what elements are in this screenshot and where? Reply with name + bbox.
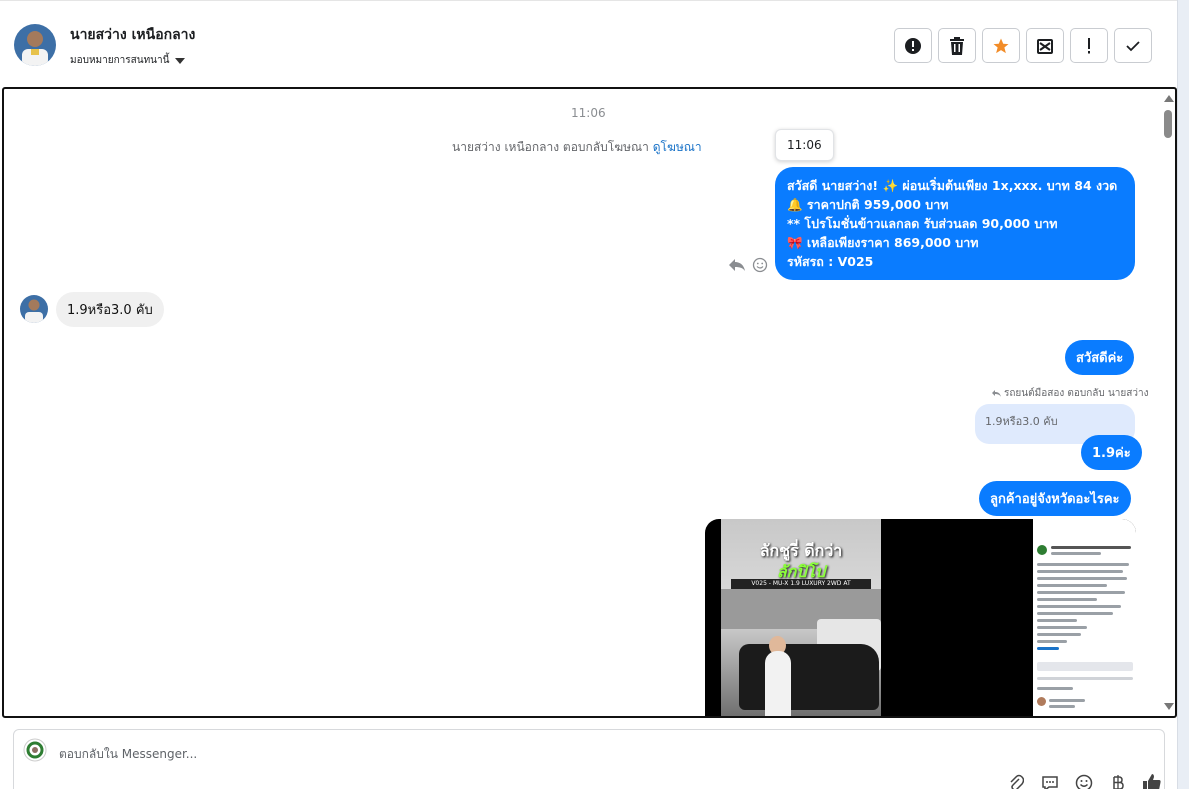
time-tooltip: 11:06: [775, 129, 834, 161]
timestamp: 11:06: [571, 106, 606, 120]
outgoing-greeting-bubble[interactable]: สวัสดีค่ะ: [1065, 340, 1135, 375]
mark-unread-button[interactable]: [1026, 28, 1064, 63]
conversation-header: นายสว่าง เหนือกลาง มอบหมายการสนทนานี้: [0, 0, 1177, 86]
presenter: [765, 651, 791, 716]
video-preview[interactable]: ลักชูรี่ ดีกว่า ลักปิโป V025 - MU-X 1.9 …: [705, 519, 1136, 716]
facebook-post-preview: [1033, 519, 1136, 716]
reply-icon[interactable]: [728, 258, 746, 272]
message-thread[interactable]: 11:06 นายสว่าง เหนือกลาง ตอบกลับโฆษณา ดู…: [2, 87, 1177, 718]
scroll-thumb[interactable]: [1164, 110, 1172, 138]
contact-avatar-small[interactable]: [20, 295, 48, 323]
inbox-conversation: นายสว่าง เหนือกลาง มอบหมายการสนทนานี้ 11…: [0, 0, 1189, 789]
baht-icon[interactable]: [1108, 773, 1128, 789]
exclamation-circle-icon: [905, 37, 921, 54]
province-question-bubble[interactable]: ลูกค้าอยู่จังหวัดอะไรคะ: [979, 481, 1131, 516]
scroll-down-arrow[interactable]: [1164, 703, 1174, 710]
video-thumbnail[interactable]: ลักชูรี่ ดีกว่า ลักปิโป V025 - MU-X 1.9 …: [721, 519, 881, 716]
star-icon: [993, 38, 1009, 53]
star-button[interactable]: [982, 28, 1020, 63]
post-cta-bar: [1037, 662, 1133, 671]
reply-context: รถยนต์มือสอง ตอบกลับ นายสว่าง: [992, 386, 1148, 401]
saved-reply-icon[interactable]: [1040, 773, 1060, 789]
emoji-icon[interactable]: [1074, 773, 1094, 789]
reply-context-text: รถยนต์มือสอง ตอบกลับ นายสว่าง: [1004, 388, 1149, 399]
quoted-text: 1.9หรือ3.0 คับ: [985, 415, 1058, 428]
emoji-react-icon[interactable]: [752, 257, 768, 273]
contact-name: นายสว่าง เหนือกลาง: [70, 27, 196, 43]
mark-done-button[interactable]: [1114, 28, 1152, 63]
chat-scrollbar[interactable]: [1161, 89, 1175, 716]
paperclip-icon[interactable]: [1006, 773, 1026, 789]
view-ad-link[interactable]: ดูโฆษณา: [653, 140, 702, 154]
reply-input[interactable]: ตอบกลับใน Messenger...: [59, 745, 197, 764]
delete-button[interactable]: [938, 28, 976, 63]
reply-small-icon: [992, 389, 1001, 397]
reply-answer-bubble[interactable]: 1.9ค่ะ: [1081, 435, 1142, 470]
assign-conversation-dropdown[interactable]: มอบหมายการสนทนานี้: [70, 53, 186, 68]
follow-up-button[interactable]: [1070, 28, 1108, 63]
ad-reply-notice: นายสว่าง เหนือกลาง ตอบกลับโฆษณา ดูโฆษณา: [452, 138, 702, 157]
composer-actions: [1006, 773, 1162, 789]
page-avatar: [1037, 545, 1047, 555]
ad-reply-text: นายสว่าง เหนือกลาง ตอบกลับโฆษณา: [452, 140, 649, 154]
ad-message-bubble[interactable]: สวัสดี นายสว่าง! ✨ ผ่อนเริ่มต้นเพียง 1x,…: [775, 167, 1135, 280]
check-icon: [1126, 40, 1140, 51]
like-icon[interactable]: [1142, 773, 1162, 789]
commenter-avatar: [1037, 697, 1046, 706]
assign-label: มอบหมายการสนทนานี้: [70, 55, 170, 66]
contact-avatar[interactable]: [14, 24, 56, 66]
page-avatar: [23, 738, 47, 762]
conversation-toolbar: [894, 28, 1152, 63]
side-panel-edge: [1177, 0, 1189, 789]
video-band: V025 - MU-X 1.9 LUXURY 2WD AT: [731, 579, 871, 589]
mark-spam-button[interactable]: [894, 28, 932, 63]
scroll-up-arrow[interactable]: [1164, 95, 1174, 102]
trash-icon: [950, 36, 964, 55]
caret-down-icon: [175, 57, 186, 64]
message-composer: ตอบกลับใน Messenger...: [13, 729, 1165, 789]
incoming-message-bubble[interactable]: 1.9หรือ3.0 คับ: [56, 292, 164, 327]
envelope-x-icon: [1037, 38, 1053, 54]
exclamation-icon: [1088, 37, 1090, 53]
black-suv: [739, 644, 879, 710]
message-actions: [728, 257, 768, 273]
